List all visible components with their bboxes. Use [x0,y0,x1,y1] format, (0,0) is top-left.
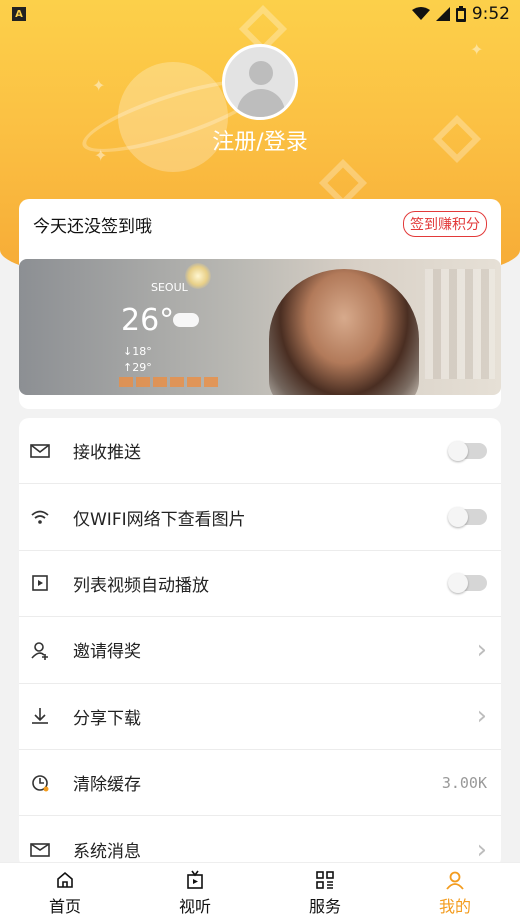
autoplay-toggle[interactable] [448,573,487,594]
add-user-icon [29,639,51,661]
signal-icon [435,7,450,21]
settings-row-share[interactable]: 分享下载 › [19,684,501,750]
settings-row-clear-cache[interactable]: 清除缓存 3.00K [19,750,501,817]
settings-label: 接收推送 [73,443,141,464]
tab-mine[interactable]: 我的 [390,863,520,922]
download-icon [29,705,51,727]
cloud-icon [173,313,199,327]
wifi-images-toggle[interactable] [448,507,487,528]
signin-row: 今天还没签到哦 签到赚积分 [19,199,501,249]
avatar[interactable] [222,44,298,120]
tab-services[interactable]: 服务 [260,863,390,922]
chevron-right-icon: › [476,634,487,665]
login-register-link[interactable]: 注册/登录 [0,124,520,156]
avatar-head-icon [249,61,273,85]
settings-label: 清除缓存 [73,775,141,796]
chevron-right-icon: › [476,834,487,865]
settings-label: 系统消息 [73,842,141,863]
signin-card: 今天还没签到哦 签到赚积分 SEOUL 26° ↓18° ↑29° [19,199,501,409]
weather-low: ↓18° [123,345,152,358]
tab-label: 视听 [178,896,211,916]
star-decoration: ✦ [470,40,484,59]
settings-row-push[interactable]: 接收推送 [19,418,501,485]
status-bar: A 9:52 [0,0,520,28]
promo-banner[interactable]: SEOUL 26° ↓18° ↑29° [19,259,501,395]
settings-label: 仅WIFI网络下查看图片 [73,509,246,530]
tab-home[interactable]: 首页 [0,863,130,922]
star-decoration: ✦ [92,76,106,95]
woman-photo [269,269,419,395]
settings-label: 分享下载 [73,708,141,729]
clock-time: 9:52 [471,4,510,24]
signin-button[interactable]: 签到赚积分 [403,211,487,237]
settings-label: 邀请得奖 [73,642,141,663]
weather-widget-graphic: SEOUL 26° ↓18° ↑29° [115,273,219,387]
video-play-icon [29,572,51,594]
weather-city: SEOUL [151,281,188,294]
clock-icon [29,772,51,794]
app-notification-icon: A [12,7,26,21]
home-icon [54,869,76,891]
settings-label: 列表视频自动播放 [73,575,209,596]
message-icon [29,839,51,861]
tab-label: 首页 [48,896,81,916]
user-icon [444,869,466,891]
tab-label: 服务 [308,896,341,916]
settings-row-system-messages[interactable]: 系统消息 › [19,816,501,868]
chevron-right-icon: › [476,701,487,732]
settings-row-wifi-images[interactable]: 仅WIFI网络下查看图片 [19,484,501,551]
avatar-body-icon [237,89,285,117]
tab-label: 我的 [438,896,471,916]
bookshelf-background [425,269,495,379]
settings-row-autoplay[interactable]: 列表视频自动播放 [19,551,501,618]
wifi-icon [29,506,51,528]
bottom-tab-bar: 首页 视听 服务 我的 [0,862,520,922]
cache-size: 3.00K [441,773,487,792]
weather-high: ↑29° [123,361,152,374]
grid-icon [314,869,336,891]
signin-prompt: 今天还没签到哦 [33,216,152,237]
tv-icon [184,869,206,891]
wifi-icon [411,7,430,20]
weather-temperature: 26° [121,303,175,338]
settings-list: 接收推送 仅WIFI网络下查看图片 列表视频自动播放 邀请得奖 › 分享下载 ›… [19,418,501,868]
push-toggle[interactable] [448,440,487,461]
weather-forecast-strip [119,377,218,387]
tab-media[interactable]: 视听 [130,863,260,922]
settings-row-invite[interactable]: 邀请得奖 › [19,617,501,684]
mail-icon [29,440,51,462]
battery-icon [455,6,466,22]
